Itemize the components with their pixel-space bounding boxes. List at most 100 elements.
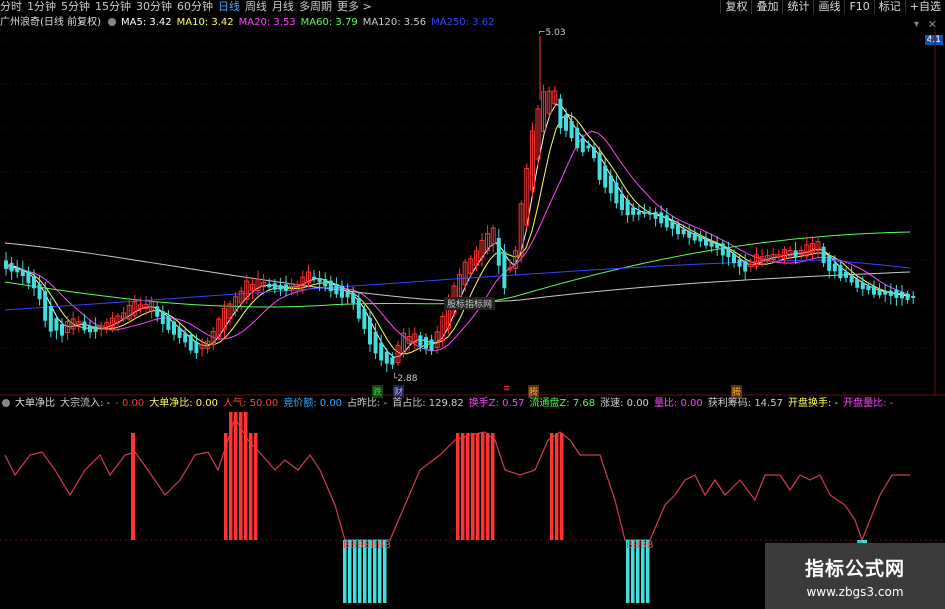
indicator-legend-item: 流通盘Z: 7.68 [529, 398, 596, 409]
candle-body [160, 311, 165, 324]
high-price-arrow-icon: ⌐ [538, 28, 546, 38]
candle-body [418, 335, 423, 346]
candle-body [15, 267, 20, 273]
candle-body [838, 264, 843, 279]
candle-body [54, 318, 59, 331]
candle-body [278, 285, 283, 290]
candle-body [155, 306, 160, 317]
candle-body [328, 280, 333, 292]
candle-body [844, 271, 848, 278]
candle-body [732, 253, 736, 264]
candle-body [726, 249, 731, 258]
candle-body [877, 288, 882, 296]
candle-body [614, 182, 619, 204]
candle-body [32, 276, 36, 289]
indicator-legend-item: 换手Z: 0.57 [468, 398, 525, 409]
indicator-bar-red [486, 433, 490, 540]
candle-body [177, 327, 182, 338]
indicator-legend-item: 首占比: 129.82 [392, 398, 464, 409]
indicator-legend-item: 大单净比: 0.00 [149, 398, 219, 409]
candle-body [692, 232, 697, 241]
candle-body [188, 334, 193, 351]
indicator-bar-red [229, 412, 233, 540]
watermark-url: www.zbgs3.com [806, 585, 904, 599]
candle-body [888, 290, 893, 296]
indicator-legend-item: 开盘量比: - [843, 398, 894, 409]
candle-body [334, 283, 339, 295]
indicator-bar-red [555, 433, 559, 540]
settings-icon[interactable] [2, 399, 10, 407]
candle-body [194, 341, 199, 354]
indicator-bar-red [254, 433, 258, 540]
candle-body [351, 293, 356, 304]
candle-body [866, 286, 871, 291]
ma5-line [3, 103, 911, 358]
candle-body [368, 317, 372, 345]
candle-body [603, 165, 608, 188]
event-marker[interactable]: 腾 [528, 385, 540, 398]
candle-body [569, 120, 574, 139]
indicator-legend-item: 获利筹码: 14.57 [707, 398, 783, 409]
candle-body [905, 293, 910, 300]
candle-body [93, 326, 98, 332]
candle-body [43, 290, 48, 321]
candle-body [340, 285, 344, 298]
event-marker[interactable]: 财 [393, 385, 405, 398]
low-price-label: └2.88 [392, 374, 417, 384]
candle-body [345, 290, 350, 298]
candle-body [20, 269, 25, 277]
indicator-bar-red [461, 433, 465, 540]
candle-body [586, 145, 591, 149]
candle-body [183, 333, 188, 343]
indicator-legend-item: 竞价额: 0.00 [283, 398, 343, 409]
low-price-value: 2.88 [397, 374, 418, 384]
event-marker[interactable]: 腾 [731, 385, 743, 398]
indicator-bar-red [456, 433, 460, 540]
indicator-bar-red [560, 433, 564, 540]
indicator-bar-red [471, 433, 475, 540]
candle-body [631, 207, 636, 215]
candle-body [362, 308, 367, 329]
indicator-legend-item: 大宗流入: - [60, 398, 111, 409]
high-price-label: ⌐5.03 [538, 28, 566, 38]
candle-body [88, 325, 92, 333]
indicator-legend-item: - 0.00 [115, 398, 145, 409]
candle-body [872, 286, 876, 295]
candle-body [715, 243, 720, 249]
candle-body [424, 337, 428, 349]
candle-body [37, 283, 42, 300]
candle-body [267, 283, 272, 288]
candle-body [502, 251, 507, 289]
candle-body [620, 193, 624, 210]
event-marker[interactable]: 跌 [372, 385, 384, 398]
candle-body [883, 290, 888, 295]
candle-body [642, 212, 647, 214]
indicator-bar-red [466, 433, 470, 540]
indicator-name: 大单净比 [15, 398, 55, 409]
indicator-legend-item: 量比: 0.00 [653, 398, 703, 409]
candle-body [832, 263, 837, 272]
candle-body [670, 221, 675, 229]
candle-body [709, 241, 714, 247]
candle-body [317, 278, 322, 283]
candle-body [323, 278, 328, 287]
candle-body [26, 271, 31, 284]
candle-body [687, 231, 692, 238]
candle-body [743, 261, 748, 272]
indicator-legend-item: 涨速: 0.00 [600, 398, 649, 409]
event-marker[interactable]: ≡ [502, 384, 512, 394]
high-price-value: 5.03 [545, 28, 566, 38]
candle-body [4, 260, 8, 269]
candle-body [390, 357, 395, 365]
candle-body [625, 199, 630, 216]
candle-body [659, 212, 664, 224]
candle-body [312, 276, 316, 279]
candle-body [592, 147, 596, 159]
candle-body [558, 98, 563, 129]
candle-body [356, 298, 361, 319]
site-watermark: 指标公式网 www.zbgs3.com [765, 543, 945, 609]
indicator-bar-red [224, 433, 228, 540]
candle-body [636, 211, 641, 215]
candle-body [648, 212, 652, 215]
candle-body [720, 243, 725, 256]
